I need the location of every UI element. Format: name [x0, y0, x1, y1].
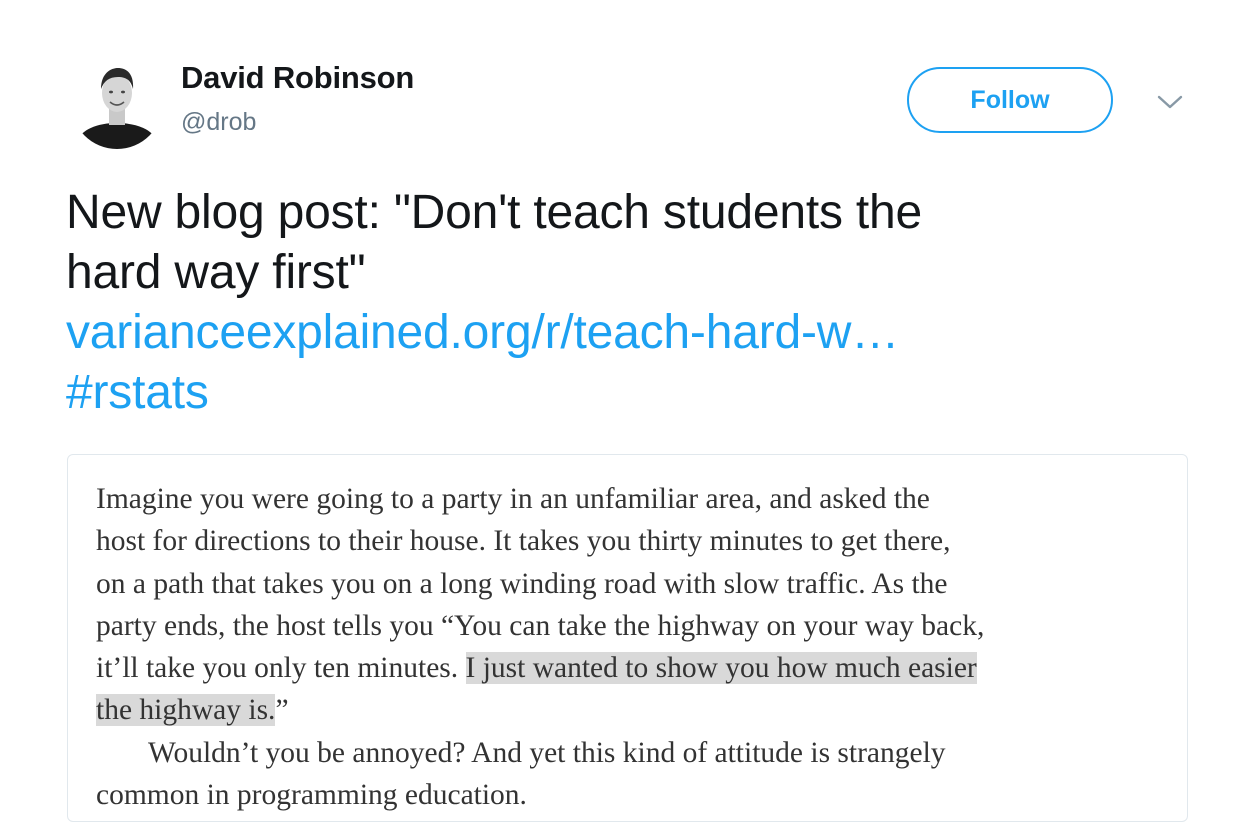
excerpt-line: it’ll take you only ten minutes. I just … [96, 647, 1176, 689]
hashtag-link[interactable]: #rstats [66, 366, 209, 419]
excerpt-line: Wouldn’t you be annoyed? And yet this ki… [148, 736, 946, 769]
excerpt-line: host for directions to their house. It t… [96, 525, 951, 558]
excerpt-text: ” [275, 694, 289, 727]
tweet-link[interactable]: varianceexplained.org/r/teach-hard-w… [66, 306, 899, 359]
book-excerpt: Imagine you were going to a party in an … [96, 478, 1176, 816]
excerpt-line: the highway is.” [96, 689, 1176, 731]
highlighted-text: I just wanted to show you how much easie… [465, 652, 977, 685]
avatar-image [71, 57, 163, 149]
author-display-name[interactable]: David Robinson [181, 60, 414, 96]
excerpt-text: it’ll take you only ten minutes. [96, 652, 466, 685]
excerpt-line: Imagine you were going to a party in an … [96, 483, 930, 515]
excerpt-line: on a path that takes you on a long windi… [96, 567, 948, 600]
avatar[interactable] [71, 57, 163, 149]
media-image-card[interactable]: Imagine you were going to a party in an … [67, 454, 1188, 822]
follow-button[interactable]: Follow [907, 67, 1113, 133]
tweet-text: New blog post: "Don't teach students the… [66, 183, 1196, 423]
chevron-down-icon[interactable] [1153, 90, 1187, 114]
highlighted-text: the highway is. [96, 694, 276, 727]
tweet-text-line: hard way first" [66, 246, 366, 299]
excerpt-line: common in programming education. [96, 779, 527, 812]
tweet-text-line: New blog post: "Don't teach students the [66, 186, 923, 239]
author-handle[interactable]: @drob [181, 108, 256, 137]
excerpt-line: party ends, the host tells you “You can … [96, 609, 985, 642]
